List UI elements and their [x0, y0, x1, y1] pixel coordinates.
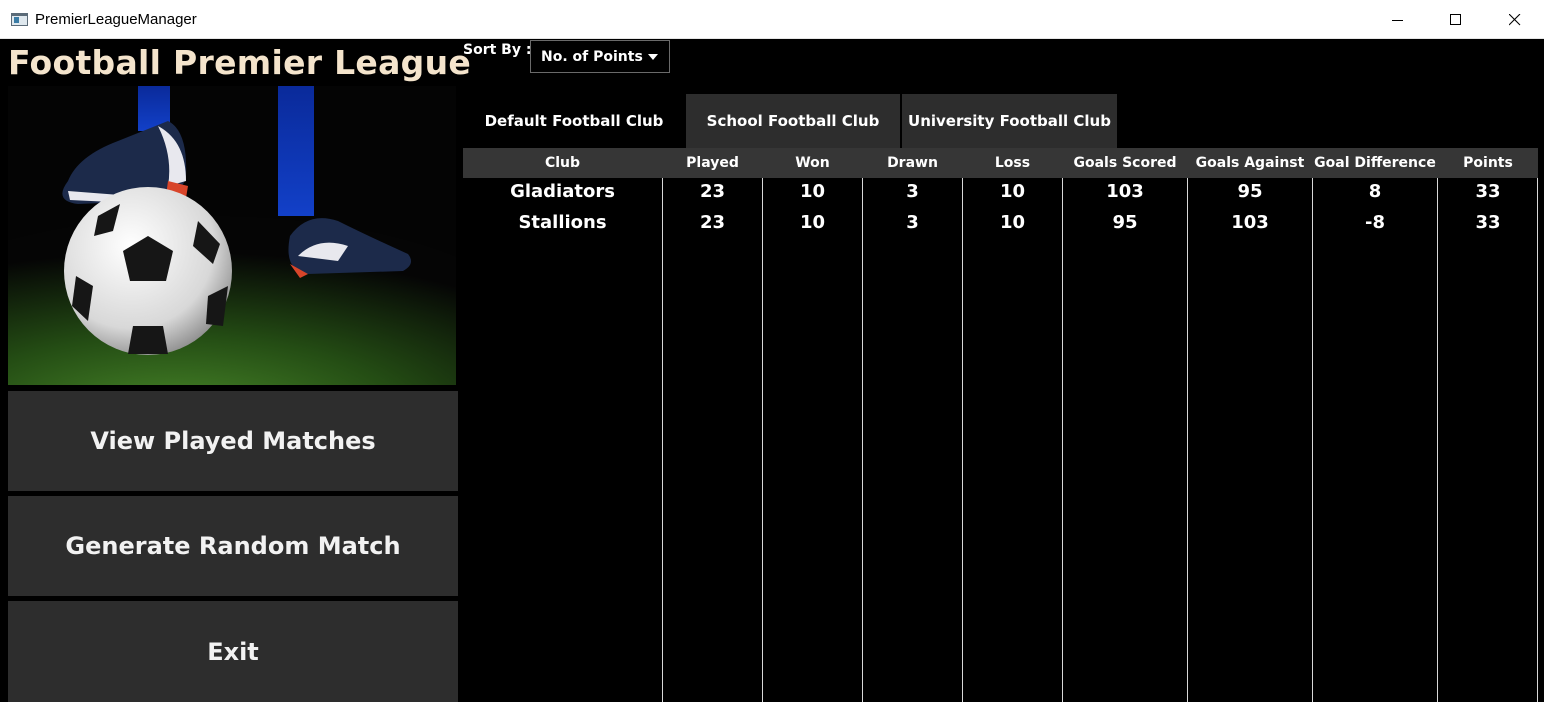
tab-default-football-club[interactable]: Default Football Club — [463, 94, 685, 148]
column-header-club[interactable]: Club — [463, 155, 662, 171]
minimize-icon — [1392, 19, 1403, 21]
generate-random-match-button[interactable]: Generate Random Match — [8, 496, 458, 596]
app-heading: Football Premier League — [8, 43, 472, 82]
cell-goals-scored: 95 — [1112, 212, 1138, 233]
sort-by-value: No. of Points — [541, 48, 643, 65]
column-divider — [1437, 178, 1438, 702]
column-header-goal-difference[interactable]: Goal Difference — [1313, 155, 1437, 171]
cell-club: Stallions — [518, 212, 607, 233]
window-title: PremierLeagueManager — [35, 11, 197, 28]
window-titlebar: PremierLeagueManager — [0, 0, 1544, 39]
cell-won: 10 — [799, 212, 826, 233]
maximize-icon — [1450, 13, 1461, 25]
chevron-down-icon — [648, 54, 658, 60]
column-header-points[interactable]: Points — [1438, 155, 1538, 171]
close-button[interactable] — [1486, 0, 1544, 39]
cell-played: 23 — [699, 212, 726, 233]
column-divider — [762, 178, 763, 702]
table-row[interactable]: Gladiators 23 10 3 10 103 95 8 33 — [463, 180, 1537, 208]
cell-won: 10 — [799, 181, 826, 202]
cell-loss: 10 — [999, 181, 1026, 202]
column-divider — [862, 178, 863, 702]
cell-goals-against: 95 — [1237, 181, 1263, 202]
column-divider — [1062, 178, 1063, 702]
cell-goals-against: 103 — [1231, 212, 1269, 233]
column-header-goals-against[interactable]: Goals Against — [1188, 155, 1312, 171]
sort-by-label: Sort By : — [463, 42, 532, 58]
league-table[interactable]: Club Played Won Drawn Loss Goals Scored … — [463, 148, 1538, 702]
column-divider — [1537, 178, 1538, 702]
cell-goal-difference: 8 — [1368, 181, 1382, 202]
column-header-goals-scored[interactable]: Goals Scored — [1063, 155, 1187, 171]
tab-university-football-club[interactable]: University Football Club — [902, 94, 1117, 148]
sort-by-dropdown[interactable]: No. of Points — [530, 40, 670, 73]
cell-club: Gladiators — [510, 181, 615, 202]
maximize-button[interactable] — [1427, 0, 1485, 39]
cell-played: 23 — [699, 181, 726, 202]
cell-loss: 10 — [999, 212, 1026, 233]
app-icon — [11, 13, 28, 26]
table-row[interactable]: Stallions 23 10 3 10 95 103 -8 33 — [463, 211, 1537, 239]
cell-goals-scored: 103 — [1106, 181, 1144, 202]
cell-drawn: 3 — [906, 181, 919, 202]
column-header-played[interactable]: Played — [663, 155, 762, 171]
cell-goal-difference: -8 — [1365, 212, 1385, 233]
tab-school-football-club[interactable]: School Football Club — [686, 94, 900, 148]
column-divider — [1312, 178, 1313, 702]
column-divider — [962, 178, 963, 702]
view-played-matches-button[interactable]: View Played Matches — [8, 391, 458, 491]
close-icon — [1509, 13, 1521, 25]
column-header-won[interactable]: Won — [763, 155, 862, 171]
cell-drawn: 3 — [906, 212, 919, 233]
column-header-drawn[interactable]: Drawn — [863, 155, 962, 171]
minimize-button[interactable] — [1369, 0, 1427, 39]
table-header: Club Played Won Drawn Loss Goals Scored … — [463, 148, 1538, 178]
cell-points: 33 — [1475, 181, 1501, 202]
soccer-ball-image — [8, 86, 456, 385]
exit-button[interactable]: Exit — [8, 601, 458, 702]
column-divider — [662, 178, 663, 702]
column-header-loss[interactable]: Loss — [963, 155, 1062, 171]
column-divider — [1187, 178, 1188, 702]
cell-points: 33 — [1475, 212, 1501, 233]
hero-image — [8, 86, 456, 385]
